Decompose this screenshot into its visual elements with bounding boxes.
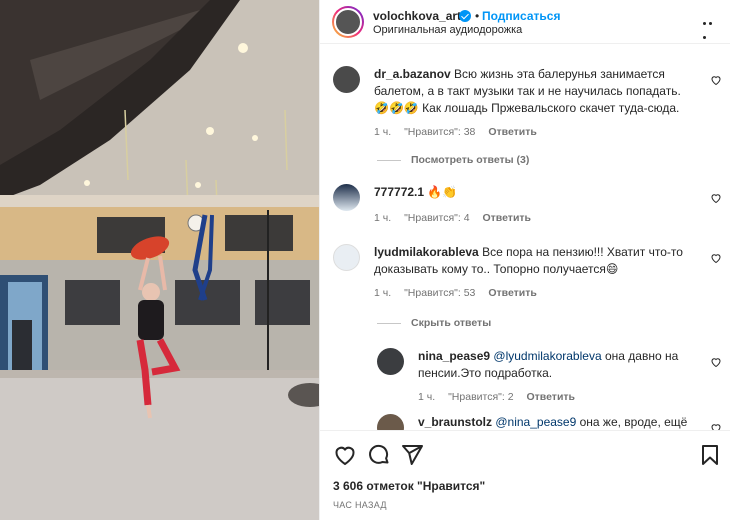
comment-text: dr_a.bazanov Всю жизнь эта балерунья зан…	[374, 66, 694, 117]
replier-avatar[interactable]	[377, 414, 404, 430]
post-dialog: volochkova_art • Подписаться Оригинальна…	[0, 0, 730, 520]
comment-likes[interactable]: "Нравится": 4	[404, 212, 469, 224]
reply-meta: 1 ч. "Нравится": 2 Ответить	[418, 391, 585, 403]
post-header: volochkova_art • Подписаться Оригинальна…	[320, 0, 730, 44]
view-replies-button[interactable]: Посмотреть ответы (3)	[377, 154, 529, 166]
reply-button[interactable]: Ответить	[526, 391, 575, 403]
heart-icon[interactable]	[710, 356, 722, 368]
comment-meta: 1 ч. "Нравится": 38 Ответить	[374, 126, 547, 138]
comment-time[interactable]: 1 ч.	[374, 212, 391, 224]
comment-username[interactable]: dr_a.bazanov	[374, 67, 451, 81]
comment-meta: 1 ч. "Нравится": 4 Ответить	[374, 212, 541, 224]
comment-text: lyudmilakorableva Все пора на пензию!!! …	[374, 244, 694, 278]
post-time: ЧАС НАЗАД	[333, 500, 387, 510]
comment-likes[interactable]: "Нравится": 38	[404, 126, 475, 138]
comment-icon[interactable]	[367, 443, 391, 467]
hide-replies-button[interactable]: Скрыть ответы	[377, 317, 491, 329]
reply-mention[interactable]: @nina_pease9	[495, 415, 576, 429]
comment-likes[interactable]: "Нравится": 53	[404, 287, 475, 299]
reply-likes[interactable]: "Нравится": 2	[448, 391, 513, 403]
post-actions: 3 606 отметок "Нравится" ЧАС НАЗАД	[320, 430, 730, 520]
author-username[interactable]: volochkova_art	[373, 9, 461, 23]
bookmark-icon[interactable]	[698, 443, 722, 467]
more-icon[interactable]	[703, 14, 719, 39]
commenter-avatar[interactable]	[333, 244, 360, 271]
like-icon[interactable]	[333, 443, 357, 467]
heart-icon[interactable]	[710, 74, 722, 86]
dance-studio-scene	[0, 0, 319, 520]
heart-icon[interactable]	[710, 252, 722, 264]
reply-text: nina_pease9 @lyudmilakorableva она давно…	[418, 348, 698, 382]
comment-username[interactable]: lyudmilakorableva	[374, 245, 479, 259]
commenter-avatar[interactable]	[333, 184, 360, 211]
reply-text: v_braunstolz @nina_pease9 она же, вроде,…	[418, 414, 698, 430]
post-video[interactable]	[0, 0, 319, 520]
reply-button[interactable]: Ответить	[482, 212, 531, 224]
follow-button[interactable]: Подписаться	[482, 9, 560, 23]
comment-time[interactable]: 1 ч.	[374, 287, 391, 299]
author-avatar[interactable]	[332, 6, 364, 38]
likes-count[interactable]: 3 606 отметок "Нравится"	[333, 479, 485, 493]
audio-label[interactable]: Оригинальная аудиодорожка	[373, 24, 522, 36]
reply-mention[interactable]: @lyudmilakorableva	[493, 349, 601, 363]
post-panel: volochkova_art • Подписаться Оригинальна…	[319, 0, 730, 520]
comment-meta: 1 ч. "Нравится": 53 Ответить	[374, 287, 547, 299]
separator-dot: •	[475, 9, 480, 23]
verified-icon	[459, 10, 471, 22]
heart-icon[interactable]	[710, 422, 722, 430]
commenter-avatar[interactable]	[333, 66, 360, 93]
comment-text: 777772.1 🔥👏	[374, 184, 694, 201]
reply-username[interactable]: nina_pease9	[418, 349, 490, 363]
reply-body: она же, вроде, ещё	[579, 415, 688, 429]
comment-time[interactable]: 1 ч.	[374, 126, 391, 138]
reply-button[interactable]: Ответить	[488, 287, 537, 299]
reply-button[interactable]: Ответить	[488, 126, 537, 138]
comments-list[interactable]: dr_a.bazanov Всю жизнь эта балерунья зан…	[320, 44, 730, 430]
reply-time[interactable]: 1 ч.	[418, 391, 435, 403]
heart-icon[interactable]	[710, 192, 722, 204]
replier-avatar[interactable]	[377, 348, 404, 375]
comment-body: 🔥👏	[427, 185, 458, 199]
reply-username[interactable]: v_braunstolz	[418, 415, 492, 429]
share-icon[interactable]	[400, 443, 424, 467]
comment-username[interactable]: 777772.1	[374, 185, 424, 199]
